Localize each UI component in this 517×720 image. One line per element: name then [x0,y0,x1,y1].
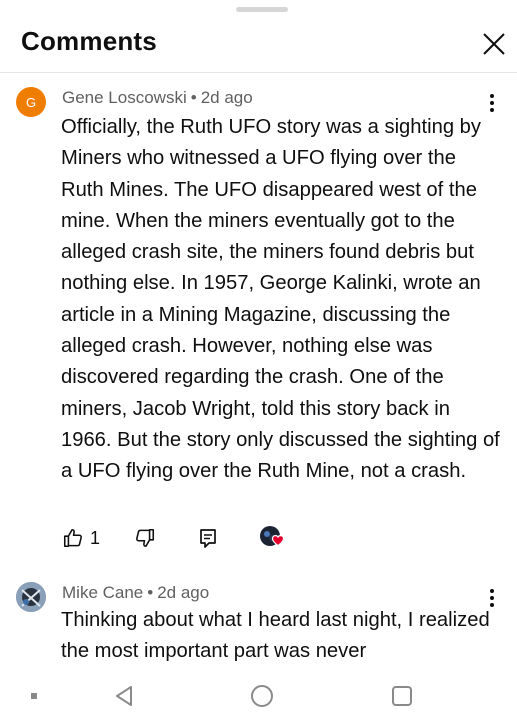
comment-age: 2d ago [200,88,253,107]
avatar-letter: G [25,94,37,110]
comment-meta: Mike Cane • 2d ago [62,583,209,603]
home-circle-icon [251,685,273,707]
comments-header: Comments [0,18,517,70]
drag-handle[interactable] [236,7,288,12]
comments-title: Comments [21,26,157,56]
like-button[interactable]: 1 [62,524,100,552]
comment-text: Officially, the Ruth UFO story was a sig… [61,116,500,483]
thumbs-down-icon [136,528,155,548]
header-divider [0,72,517,73]
creator-heart [258,524,286,552]
more-vert-icon [490,94,494,112]
comment-meta: Gene Loscowski • 2d ago [62,88,253,108]
meta-separator: • [190,88,197,107]
comment-actions: 1 [0,520,517,556]
reply-button[interactable] [198,524,218,552]
nav-menu-icon [31,693,37,699]
comment-text: Thinking about what I heard last night, … [61,609,490,663]
user-photo-icon [16,582,46,612]
creator-heart-icon [260,526,285,548]
comment-author[interactable]: Gene Loscowski [62,88,187,107]
recents-square-icon [392,686,412,706]
close-icon [483,33,505,55]
avatar[interactable]: G [16,87,46,117]
comment-author[interactable]: Mike Cane [62,583,143,602]
system-nav-bar [0,668,517,720]
nav-back-button[interactable] [104,676,144,716]
like-count: 1 [90,527,101,548]
dislike-button[interactable] [134,524,156,552]
nav-home-button[interactable] [242,676,282,716]
reply-icon [200,529,216,548]
nav-recents-button[interactable] [382,676,422,716]
comment-age: 2d ago [157,583,210,602]
comment-item: Mike Cane • 2d ago Thinking about what I h… [0,580,517,668]
close-button[interactable] [476,26,512,62]
avatar[interactable] [16,582,46,612]
back-triangle-icon [116,686,132,706]
nav-menu-button[interactable] [14,676,54,716]
meta-separator: • [147,583,154,602]
comment-item: G Gene Loscowski • 2d ago Officially, the … [0,85,517,565]
thumbs-up-icon [63,528,82,548]
